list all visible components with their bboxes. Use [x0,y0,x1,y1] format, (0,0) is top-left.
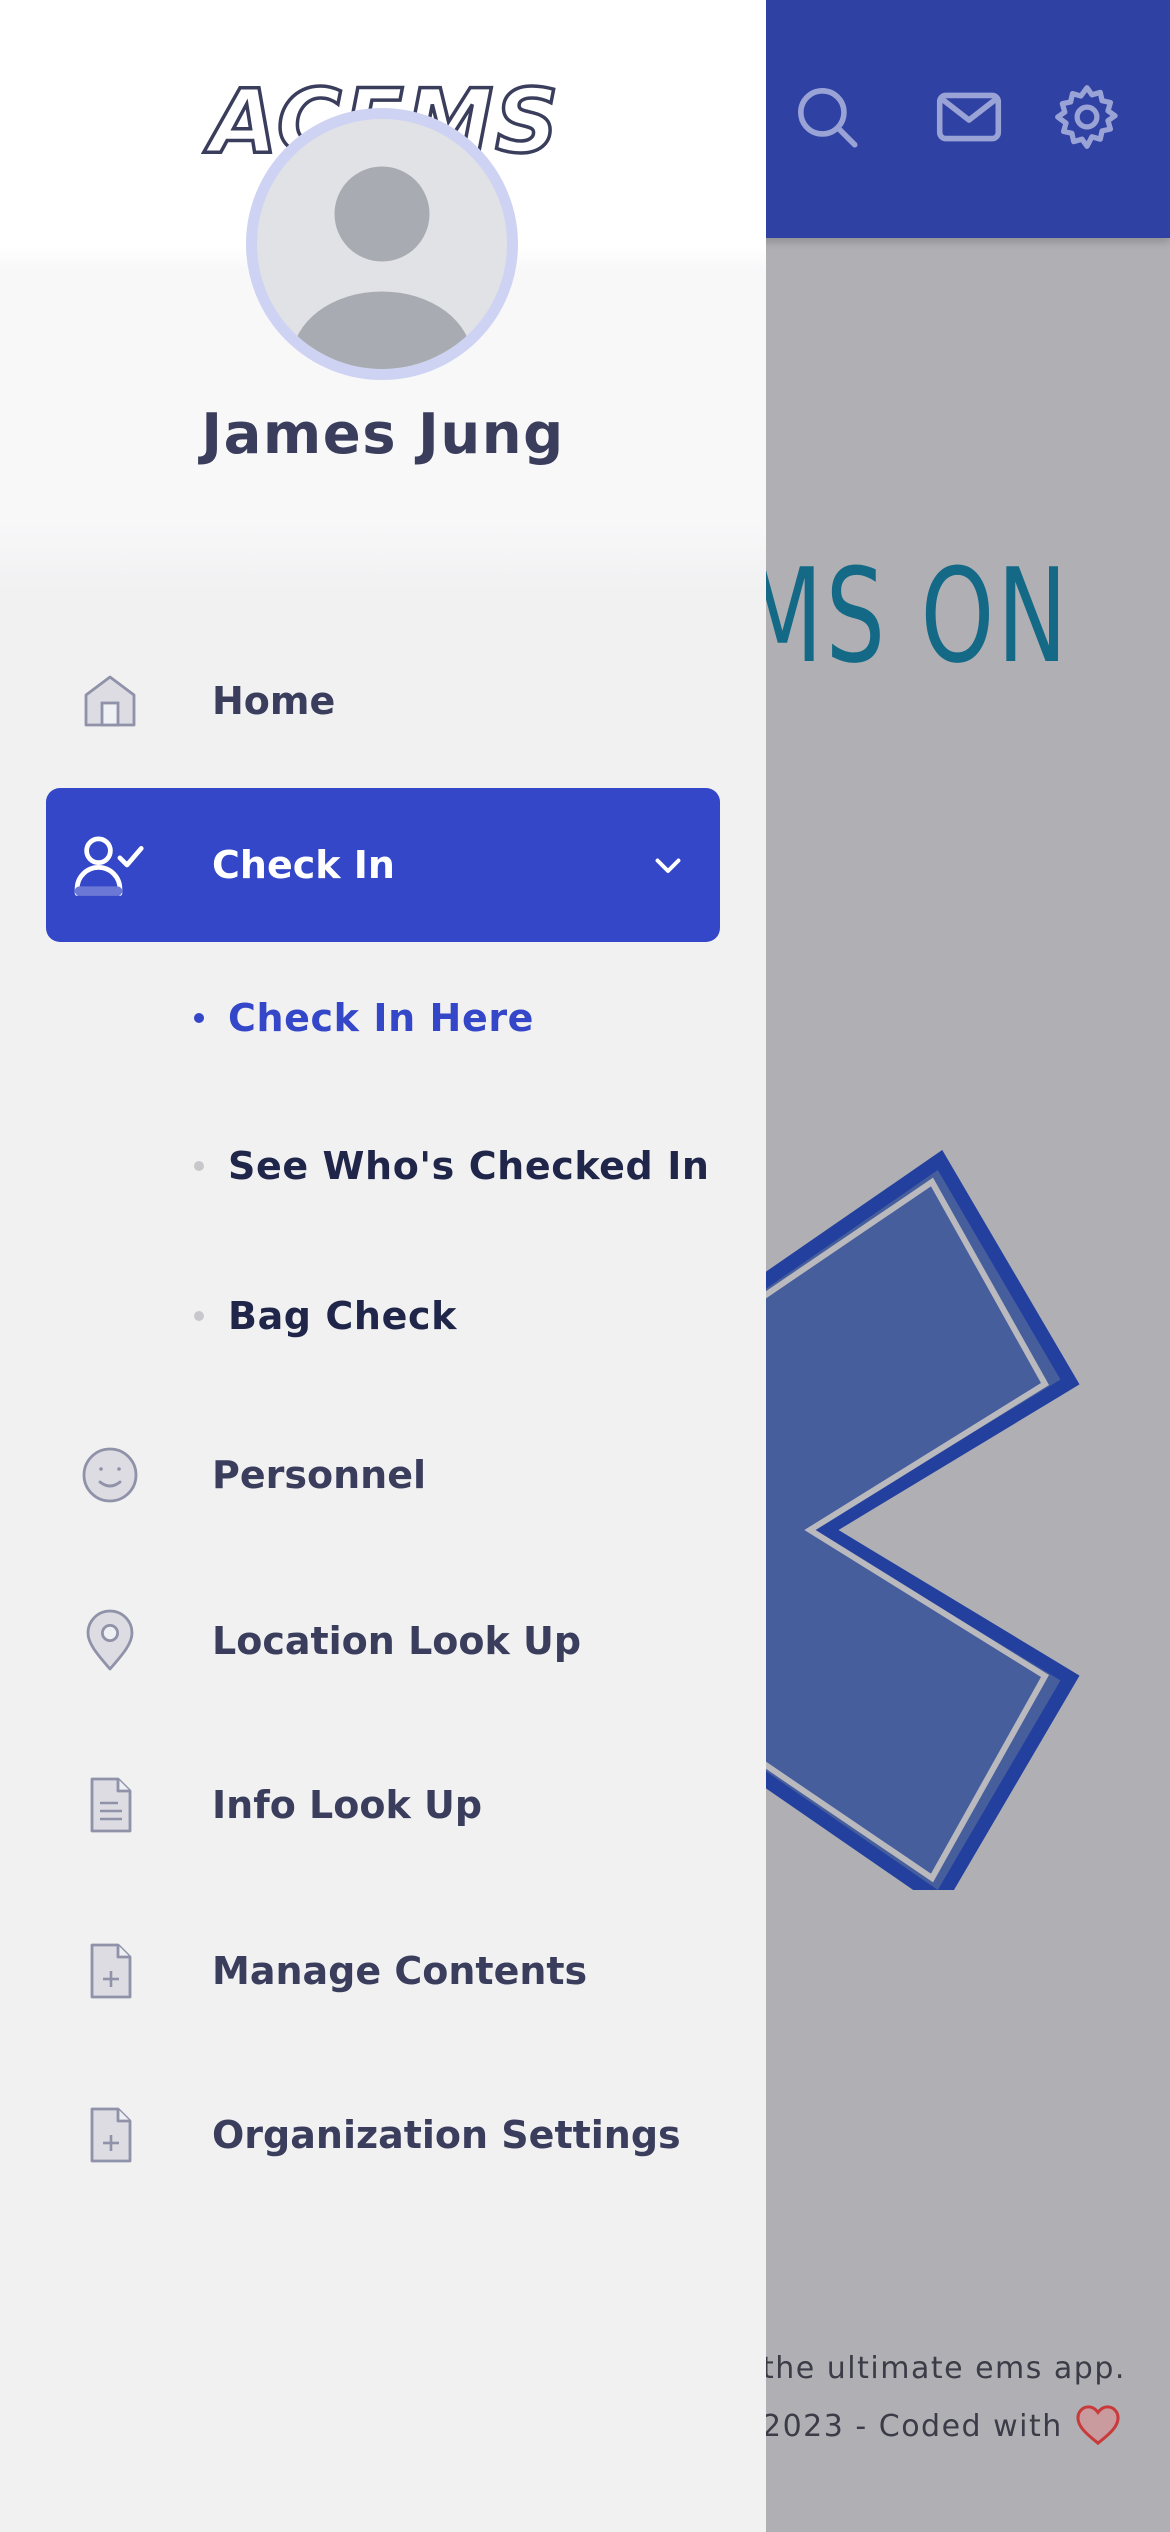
smile-icon [78,1443,142,1507]
file-plus-icon [78,1939,142,2003]
submenu-item-label: Bag Check [228,1294,457,1338]
drawer-header: ACEMS James Jung [0,0,766,590]
nav-item-label: Location Look Up [212,1619,582,1663]
avatar[interactable] [246,108,518,380]
chevron-down-icon[interactable] [650,847,686,883]
nav-item-location-look-up[interactable]: Location Look Up [46,1564,720,1718]
footer-credit-text: 2023 - Coded with [762,2409,1063,2444]
nav-item-label: Manage Contents [212,1949,588,1993]
nav-item-organization-settings[interactable]: Organization Settings [46,2058,720,2212]
submenu-item-bag-check[interactable]: Bag Check [176,1256,736,1376]
map-pin-icon [78,1609,142,1673]
footer: the ultimate ems app. 2023 - Coded with [762,2340,1170,2456]
heart-icon [1074,2404,1122,2446]
nav-item-personnel[interactable]: Personnel [46,1398,720,1552]
nav-item-label: Info Look Up [212,1783,483,1827]
gear-icon[interactable] [1050,80,1124,154]
bullet-icon [194,1311,204,1321]
bullet-icon [194,1161,204,1171]
nav-item-manage-contents[interactable]: Manage Contents [46,1894,720,2048]
document-icon [78,1773,142,1837]
bullet-icon [194,1013,204,1023]
submenu-item-see-whos-checked-in[interactable]: See Who's Checked In [176,1106,736,1226]
nav-item-home[interactable]: Home [46,624,720,778]
file-plus-icon [78,2103,142,2167]
home-icon [78,669,142,733]
nav-item-label: Home [212,679,336,723]
footer-credit: 2023 - Coded with [762,2398,1170,2456]
submenu-item-label: See Who's Checked In [228,1144,710,1188]
nav-item-check-in[interactable]: Check In [46,788,720,942]
user-silhouette-icon [292,166,472,369]
search-icon[interactable] [790,80,864,154]
nav-item-label: Check In [212,843,395,887]
user-check-icon [70,827,146,903]
mail-icon[interactable] [932,80,1006,154]
nav-item-label: Organization Settings [212,2113,681,2157]
submenu-item-check-in-here[interactable]: Check In Here [176,958,736,1078]
nav-item-info-look-up[interactable]: Info Look Up [46,1728,720,1882]
side-drawer: ACEMS James Jung Home Check In Check In … [0,0,766,2532]
submenu-item-label: Check In Here [228,996,535,1040]
footer-tagline: the ultimate ems app. [762,2351,1126,2386]
nav-item-label: Personnel [212,1453,426,1497]
user-name: James Jung [201,402,565,467]
